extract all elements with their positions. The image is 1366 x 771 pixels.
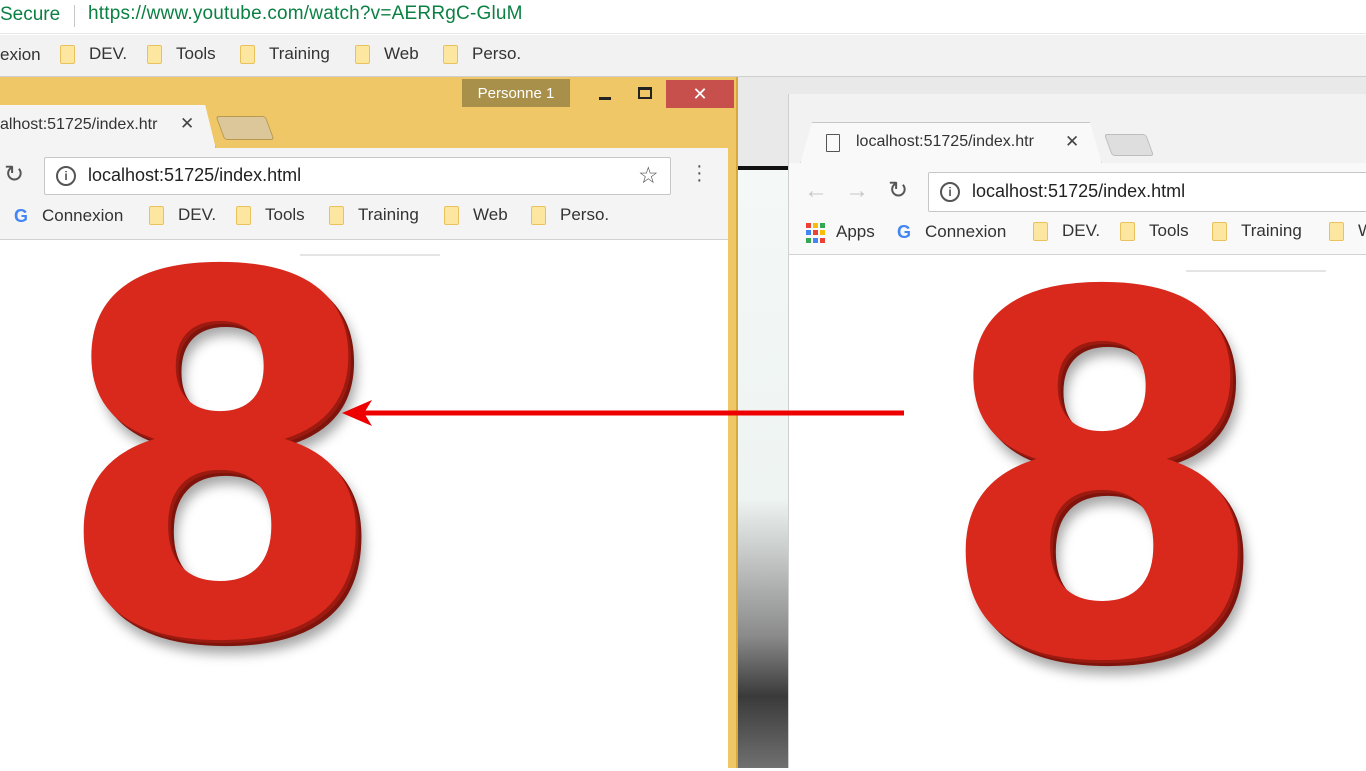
annotation-arrow: [342, 400, 904, 426]
